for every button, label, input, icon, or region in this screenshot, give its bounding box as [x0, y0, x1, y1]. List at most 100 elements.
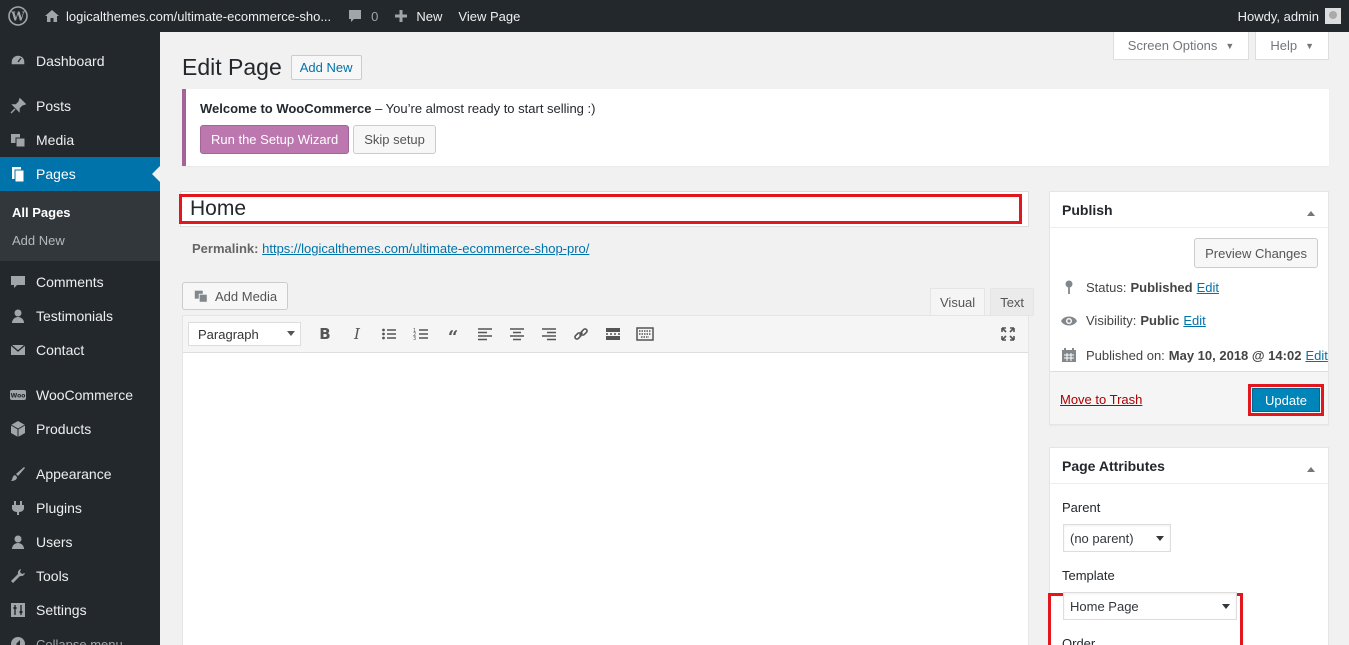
sidebar-item-settings[interactable]: Settings [0, 593, 160, 627]
archive-icon [8, 419, 28, 439]
email-icon [8, 340, 28, 360]
sidebar-item-tools[interactable]: Tools [0, 559, 160, 593]
parent-select[interactable]: (no parent) [1063, 524, 1171, 552]
content-editor[interactable]: Paragraph B I 123 “ [182, 315, 1029, 645]
woocommerce-notice: Welcome to WooCommerce – You’re almost r… [182, 89, 1329, 166]
skip-setup-button[interactable]: Skip setup [353, 125, 436, 154]
screen-options-label: Screen Options [1127, 38, 1218, 53]
sidebar-item-dashboard[interactable]: Dashboard [0, 44, 160, 78]
status-value: Published [1130, 279, 1193, 295]
svg-text:3: 3 [413, 336, 416, 342]
sidebar-item-media[interactable]: Media [0, 123, 160, 157]
sidebar-item-label: Collapse menu [36, 636, 123, 645]
numbered-list-button[interactable]: 123 [405, 320, 437, 348]
admin-bar: W logicalthemes.com/ultimate-ecommerce-s… [0, 0, 1349, 32]
sidebar-item-label: Appearance [36, 466, 112, 482]
new-content-link[interactable]: New [386, 0, 450, 32]
sidebar-item-testimonials[interactable]: Testimonials [0, 299, 160, 333]
collapse-arrow-icon[interactable] [1307, 207, 1315, 216]
svg-text:Woo: Woo [11, 393, 26, 400]
bullet-list-button[interactable] [373, 320, 405, 348]
align-center-button[interactable] [501, 320, 533, 348]
sidebar-item-comments[interactable]: Comments [0, 265, 160, 299]
notice-text: – You’re almost ready to start selling :… [371, 101, 596, 116]
align-right-icon [542, 328, 556, 341]
run-setup-wizard-button[interactable]: Run the Setup Wizard [200, 125, 350, 154]
edit-visibility-link[interactable]: Edit [1183, 313, 1205, 328]
title-field-wrap: Home [179, 191, 1029, 227]
preview-changes-button[interactable]: Preview Changes [1194, 238, 1318, 268]
bold-button[interactable]: B [309, 320, 341, 348]
caret-down-icon: ▼ [1305, 40, 1314, 51]
format-select[interactable]: Paragraph [188, 322, 301, 346]
wrench-icon [8, 566, 28, 586]
tab-text[interactable]: Text [990, 288, 1035, 316]
view-page-link[interactable]: View Page [450, 0, 528, 32]
my-account-link[interactable]: Howdy, admin [1230, 0, 1349, 32]
sidebar-item-woocommerce[interactable]: Woo WooCommerce [0, 378, 160, 412]
new-label: New [416, 8, 443, 24]
align-right-button[interactable] [533, 320, 565, 348]
page-attributes-header[interactable]: Page Attributes [1050, 448, 1328, 484]
wordpress-logo-icon[interactable]: W [0, 0, 36, 32]
bullet-list-icon [382, 328, 396, 340]
quote-icon: “ [448, 327, 458, 342]
read-more-button[interactable] [597, 320, 629, 348]
sidebar-item-plugins[interactable]: Plugins [0, 491, 160, 525]
collapse-menu-button[interactable]: Collapse menu [0, 627, 160, 645]
move-to-trash-link[interactable]: Move to Trash [1060, 392, 1142, 407]
collapse-arrow-icon[interactable] [1307, 463, 1315, 472]
page-header: Edit Page Add New [182, 54, 362, 81]
permalink-url-link[interactable]: https://logicalthemes.com/ultimate-ecomm… [262, 241, 589, 256]
insert-link-button[interactable] [565, 320, 597, 348]
dashboard-icon [8, 51, 28, 71]
sidebar-item-posts[interactable]: Posts [0, 89, 160, 123]
admin-sidebar: Dashboard Posts Media Pages All Pages Ad… [0, 32, 160, 645]
update-button[interactable]: Update [1252, 388, 1320, 412]
comments-count: 0 [371, 8, 379, 24]
help-button[interactable]: Help ▼ [1255, 32, 1329, 60]
post-title-input[interactable]: Home [179, 194, 1022, 224]
sidebar-item-label: Users [36, 534, 73, 550]
published-label: Published on: [1086, 347, 1165, 363]
template-select-value: Home Page [1070, 598, 1139, 614]
media-icon [8, 130, 28, 150]
svg-text:I: I [353, 326, 361, 342]
comments-link[interactable]: 0 [339, 0, 386, 32]
caret-down-icon [1222, 604, 1230, 613]
site-name-link[interactable]: logicalthemes.com/ultimate-ecommerce-sho… [36, 0, 339, 32]
sidebar-item-label: Plugins [36, 500, 82, 516]
template-select[interactable]: Home Page [1063, 592, 1237, 620]
svg-text:W: W [10, 10, 25, 24]
edit-status-link[interactable]: Edit [1197, 280, 1219, 295]
pages-icon [8, 164, 28, 184]
editor-toolbar: Paragraph B I 123 “ [183, 316, 1028, 353]
blockquote-button[interactable]: “ [437, 320, 469, 348]
italic-button[interactable]: I [341, 320, 373, 348]
published-value: May 10, 2018 @ 14:02 [1168, 347, 1302, 363]
screen-options-button[interactable]: Screen Options ▼ [1112, 32, 1250, 60]
eye-icon [1060, 314, 1078, 328]
sidebar-item-appearance[interactable]: Appearance [0, 457, 160, 491]
sidebar-item-label: Settings [36, 602, 87, 618]
parent-label: Parent [1062, 500, 1101, 515]
sidebar-item-label: Comments [36, 274, 104, 290]
fullscreen-button[interactable] [992, 320, 1024, 348]
submenu-item-add-new[interactable]: Add New [0, 226, 160, 254]
toolbar-toggle-button[interactable] [629, 320, 661, 348]
add-media-button[interactable]: Add Media [182, 282, 289, 310]
tab-visual[interactable]: Visual [930, 288, 986, 316]
edit-date-link[interactable]: Edit [1305, 348, 1327, 363]
sidebar-item-users[interactable]: Users [0, 525, 160, 559]
align-left-button[interactable] [469, 320, 501, 348]
add-new-page-button[interactable]: Add New [290, 55, 362, 80]
sidebar-item-products[interactable]: Products [0, 412, 160, 446]
sidebar-item-pages[interactable]: Pages [0, 157, 160, 191]
submenu-item-all-pages[interactable]: All Pages [0, 198, 160, 226]
sidebar-item-contact[interactable]: Contact [0, 333, 160, 367]
notice-bold: Welcome to WooCommerce [200, 101, 372, 116]
fullscreen-icon [1001, 327, 1015, 341]
view-page-label: View Page [458, 8, 521, 24]
publish-box-header[interactable]: Publish [1050, 192, 1328, 228]
visibility-row: Visibility: Public Edit [1060, 313, 1206, 328]
